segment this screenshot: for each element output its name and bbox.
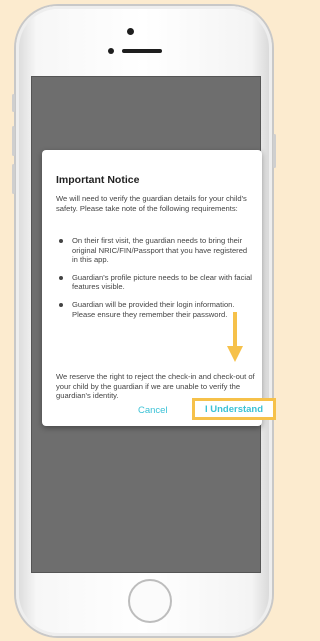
bullet-icon (59, 239, 63, 243)
camera-icon (127, 28, 134, 35)
dialog-title: Important Notice (56, 174, 140, 186)
volume-down-button (12, 164, 15, 194)
mute-switch (12, 94, 15, 112)
speaker-grille (122, 49, 162, 53)
down-arrow-icon (227, 312, 243, 362)
list-item: Guardian's profile picture needs to be c… (56, 273, 254, 292)
dialog-intro-text: We will need to verify the guardian deta… (56, 194, 247, 213)
sensor-icon (108, 48, 114, 54)
dialog-disclaimer-text: We reserve the right to reject the check… (56, 372, 255, 401)
bullet-icon (59, 302, 63, 307)
list-item-text: Guardian will be provided their login in… (72, 299, 235, 319)
important-notice-dialog: Important Notice We will need to verify … (42, 150, 276, 426)
volume-up-button (12, 126, 15, 156)
home-button[interactable] (128, 579, 172, 623)
i-understand-button[interactable]: I Understand (192, 398, 276, 420)
list-item-text: On their first visit, the guardian needs… (72, 236, 248, 265)
list-item-text: Guardian's profile picture needs to be c… (72, 272, 252, 292)
cancel-button[interactable]: Cancel (138, 405, 168, 416)
list-item: On their first visit, the guardian needs… (56, 236, 254, 265)
bullet-icon (59, 275, 63, 280)
power-button (273, 134, 276, 168)
